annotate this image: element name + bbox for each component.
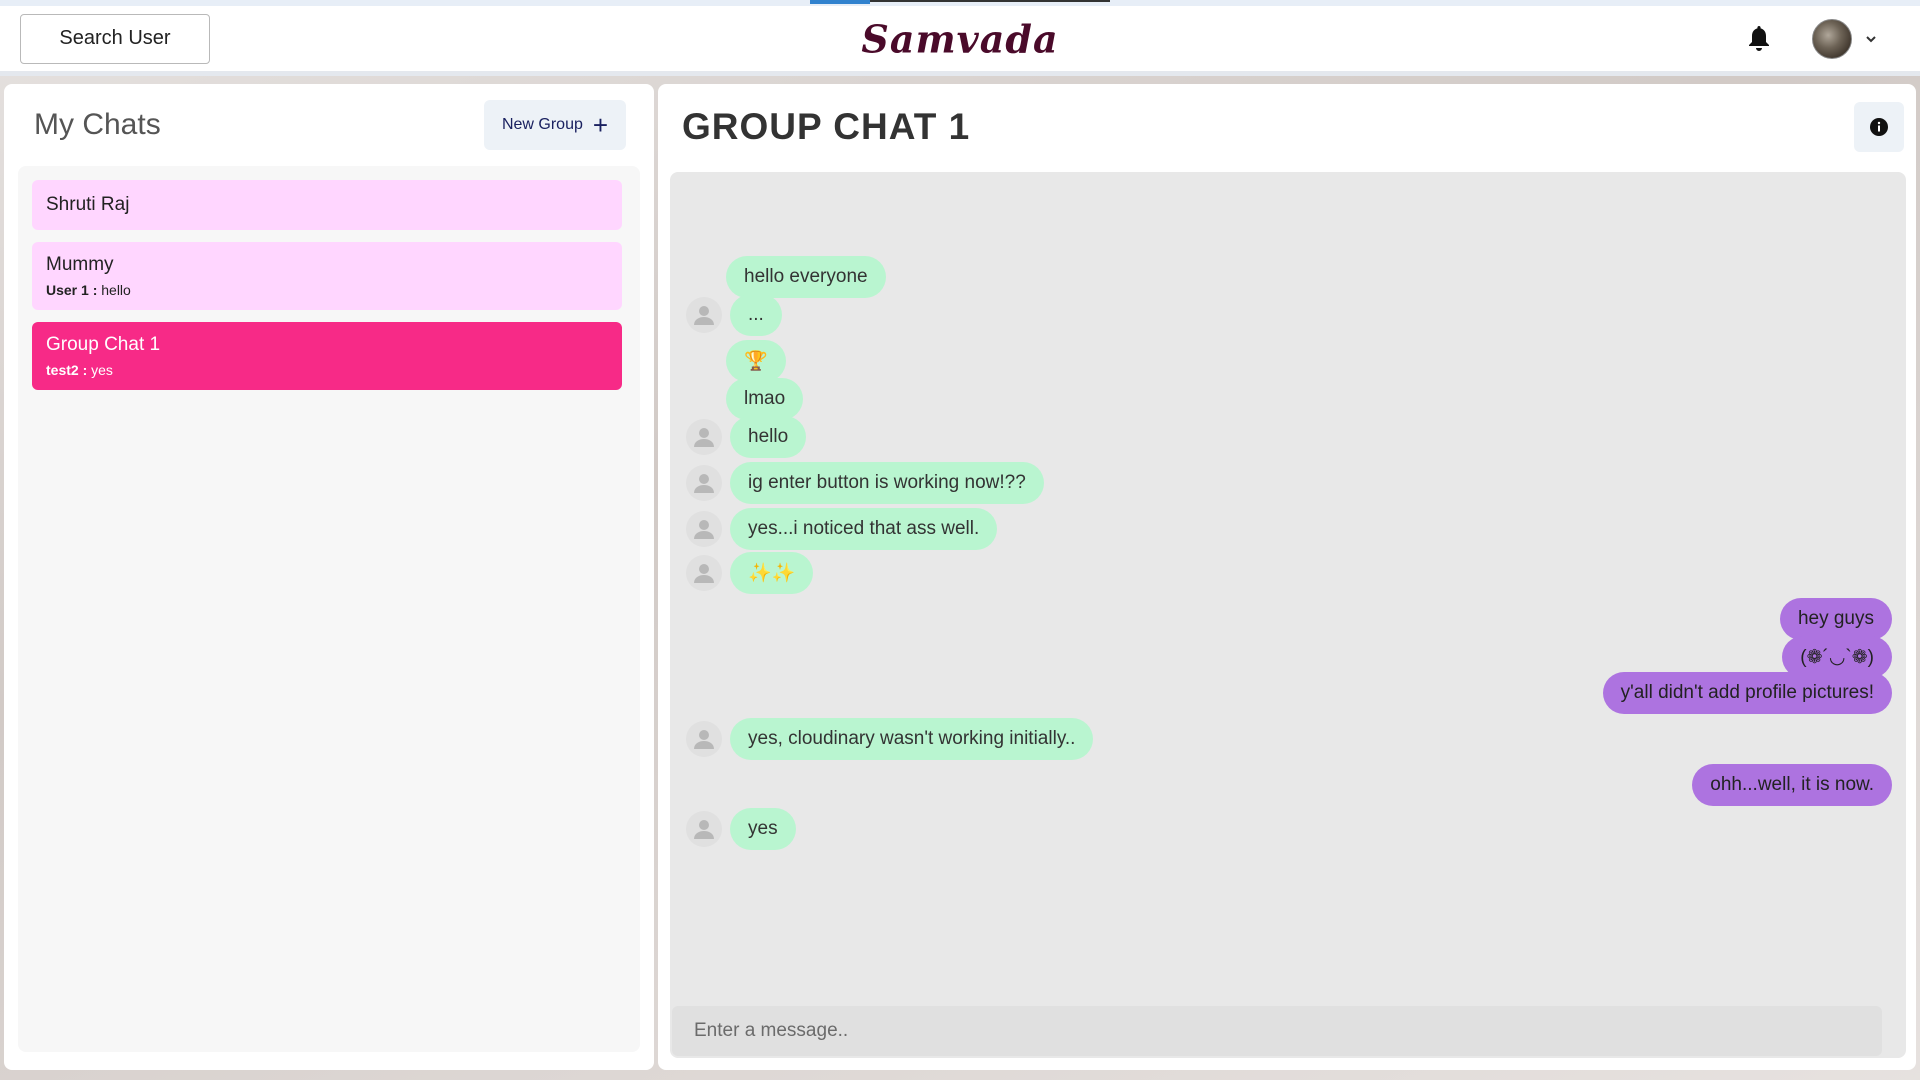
- user-avatar-icon[interactable]: [686, 465, 722, 501]
- message-row: ...: [670, 294, 1906, 338]
- top-bar: Search User Samvada: [0, 6, 1920, 76]
- message-row: y'all didn't add profile pictures!: [670, 672, 1906, 716]
- message-row: hello: [670, 416, 1906, 460]
- incoming-message: 🏆: [726, 340, 786, 382]
- info-icon: [1870, 118, 1888, 136]
- header-actions: [1746, 18, 1878, 59]
- avatar: [1812, 18, 1852, 59]
- incoming-message: lmao: [726, 378, 804, 420]
- incoming-message: hello: [730, 416, 807, 458]
- bell-icon[interactable]: [1746, 25, 1772, 53]
- chat-item-name: Mummy: [46, 254, 114, 275]
- user-avatar-icon[interactable]: [686, 721, 722, 757]
- message-row: ohh...well, it is now.: [670, 764, 1906, 808]
- incoming-message: yes, cloudinary wasn't working initially…: [730, 718, 1094, 760]
- incoming-message: hello everyone: [726, 256, 886, 298]
- chats-sidebar: My Chats New Group + Shruti Raj Mummy Us…: [4, 84, 654, 1070]
- my-chats-title: My Chats: [34, 108, 161, 141]
- chat-item-mummy[interactable]: Mummy User 1 : hello: [32, 242, 622, 310]
- chat-item-message: hello: [101, 282, 131, 298]
- user-avatar-icon[interactable]: [686, 555, 722, 591]
- incoming-message: ...: [730, 294, 782, 336]
- user-avatar-icon[interactable]: [686, 811, 722, 847]
- user-avatar-icon[interactable]: [686, 511, 722, 547]
- chat-title: GROUP CHAT 1: [682, 106, 971, 147]
- message-row: yes...i noticed that ass well.: [670, 508, 1906, 552]
- outgoing-message: y'all didn't add profile pictures!: [1602, 672, 1892, 714]
- message-row: yes, cloudinary wasn't working initially…: [670, 718, 1906, 762]
- incoming-message: ig enter button is working now!??: [730, 462, 1044, 504]
- chat-item-last-message: User 1 : hello: [46, 282, 608, 298]
- chat-list: Shruti Raj Mummy User 1 : hello Group Ch…: [18, 166, 640, 1052]
- incoming-message: yes...i noticed that ass well.: [730, 508, 998, 550]
- incoming-message: yes: [730, 808, 796, 850]
- message-row: yes: [670, 808, 1906, 852]
- chat-item-message: yes: [91, 362, 113, 378]
- loading-progress-track: [870, 0, 1110, 2]
- profile-menu[interactable]: [1812, 18, 1878, 59]
- user-avatar-icon[interactable]: [686, 297, 722, 333]
- chat-item-name: Group Chat 1: [46, 334, 161, 355]
- incoming-message: ✨✨: [730, 552, 814, 594]
- messages-area: hello everyone... 🏆 lmao hello ig enter butt…: [670, 172, 1906, 1058]
- plus-icon: +: [592, 110, 609, 140]
- chat-item-last-message: test2 : yes: [46, 362, 608, 378]
- message-row: ig enter button is working now!??: [670, 462, 1906, 506]
- loading-progress: [810, 0, 870, 4]
- chat-item-name: Shruti Raj: [46, 194, 130, 215]
- user-avatar-icon[interactable]: [686, 419, 722, 455]
- info-button[interactable]: [1854, 102, 1904, 152]
- chat-item-group-chat-1[interactable]: Group Chat 1 test2 : yes: [32, 322, 622, 390]
- outgoing-message: ohh...well, it is now.: [1692, 764, 1892, 806]
- brand-logo: Samvada: [861, 16, 1059, 61]
- new-group-button[interactable]: New Group +: [484, 100, 626, 150]
- search-user-button[interactable]: Search User: [20, 13, 210, 64]
- outgoing-message: hey guys: [1779, 598, 1892, 640]
- chat-item-sender: test2 :: [46, 362, 88, 378]
- message-row: ✨✨: [670, 552, 1906, 596]
- chats-header: My Chats New Group +: [18, 100, 640, 150]
- chevron-down-icon: [1866, 35, 1876, 42]
- message-input[interactable]: [672, 1006, 1882, 1056]
- chat-item-sender: User 1 :: [46, 282, 98, 298]
- chat-item-shruti-raj[interactable]: Shruti Raj: [32, 180, 622, 230]
- new-group-label: New Group: [501, 116, 583, 133]
- chat-panel: GROUP CHAT 1 hello everyone... 🏆 lmao hello…: [658, 84, 1916, 1070]
